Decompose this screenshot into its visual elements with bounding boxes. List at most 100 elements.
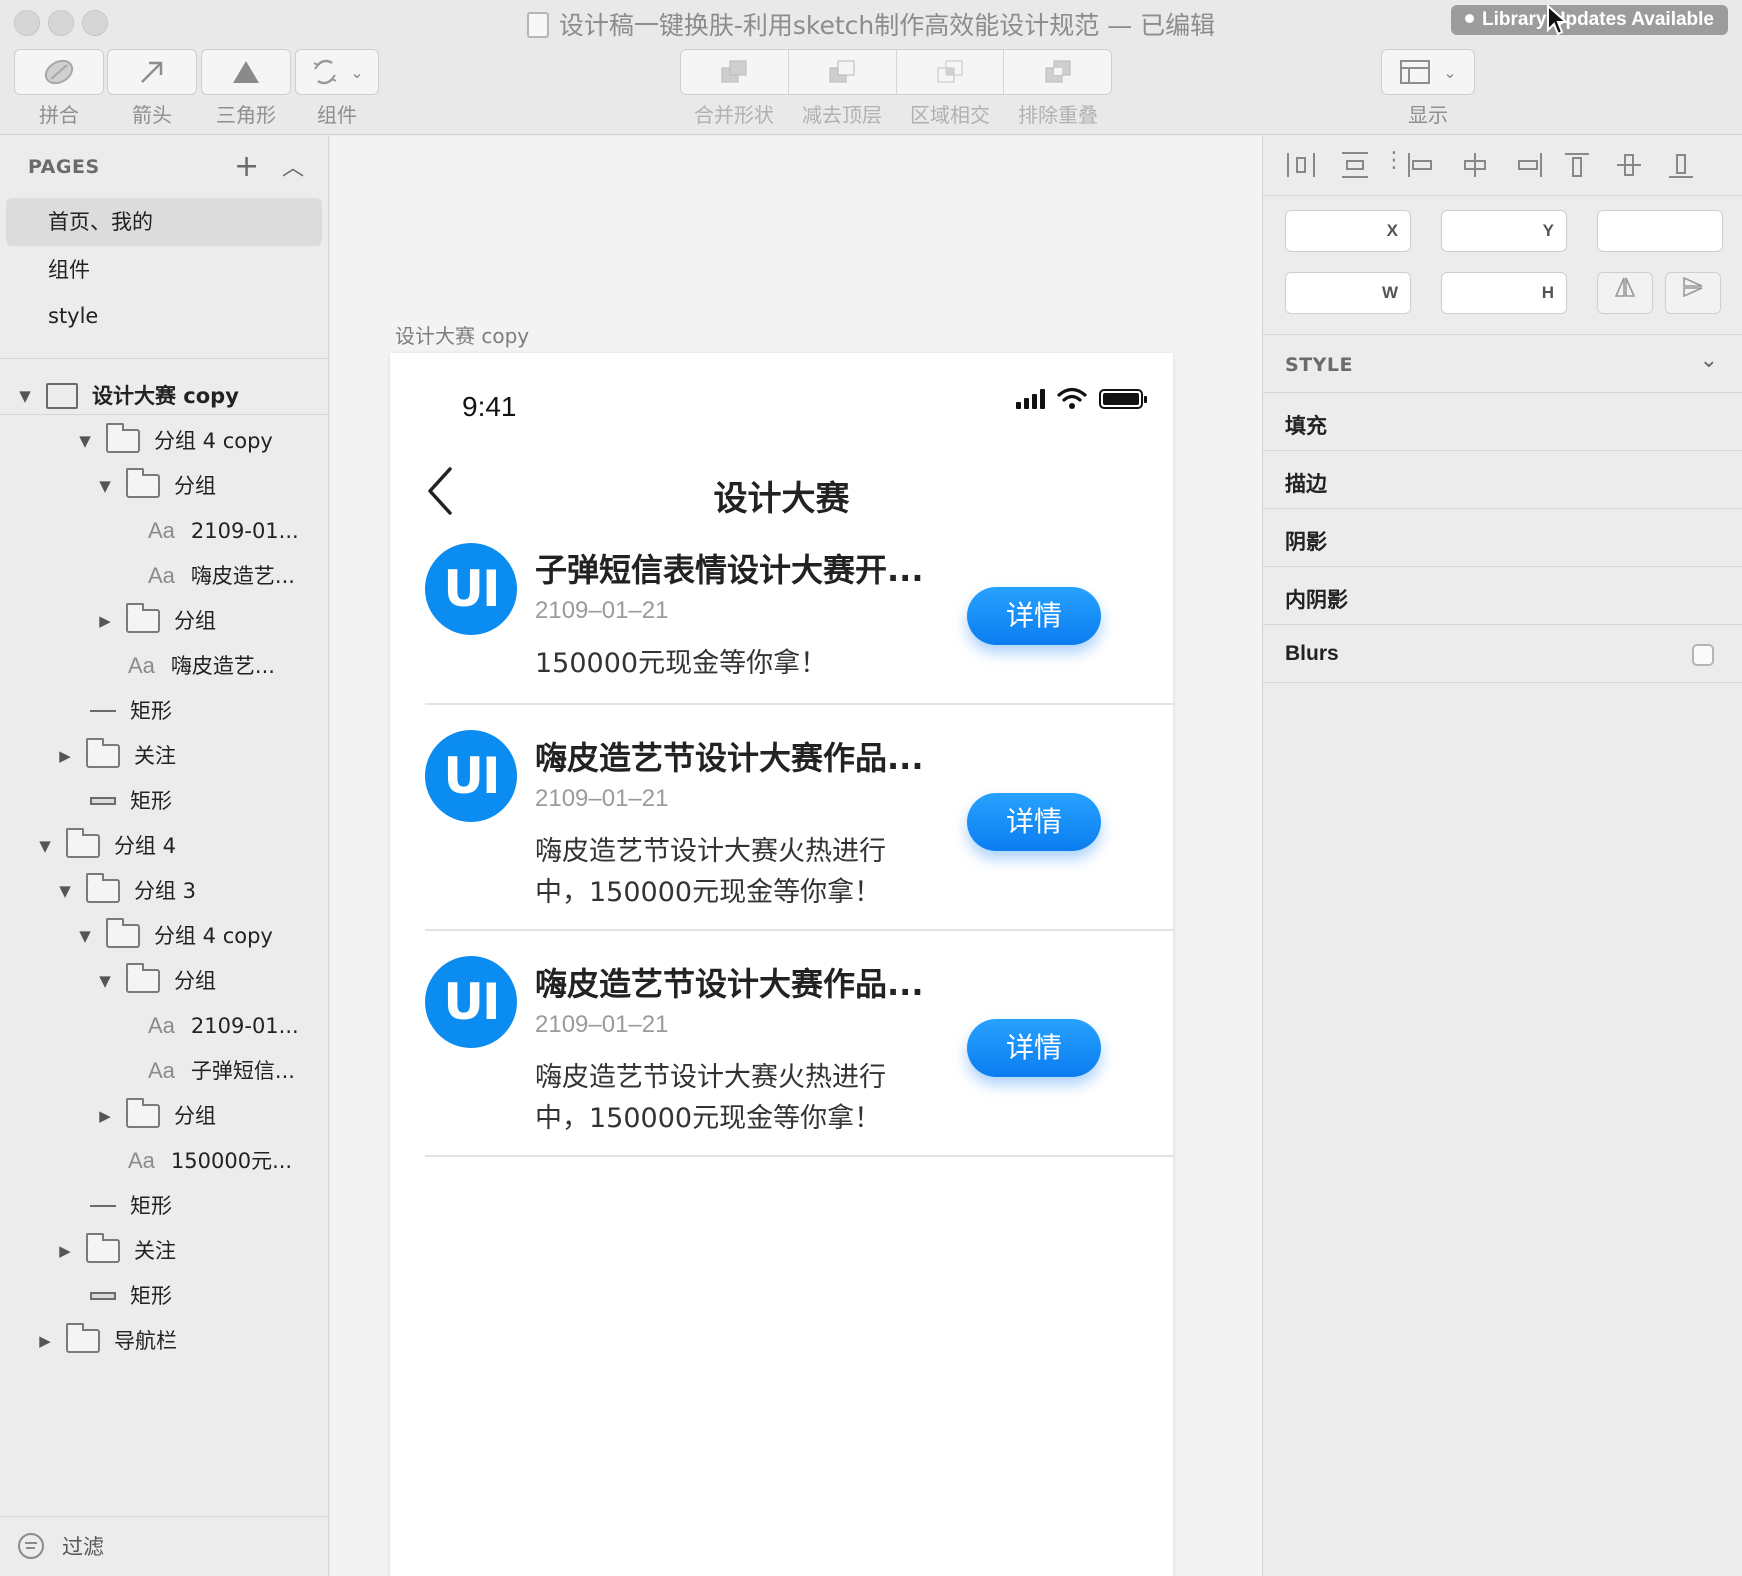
layer-row[interactable]: Aa 2109-01... [148,511,299,551]
layer-row[interactable]: ▼ 分组 4 [36,826,176,866]
disclosure-triangle-icon[interactable]: ▶ [96,1096,114,1136]
layer-row[interactable]: ▼ 分组 4 copy [76,421,273,461]
layer-row[interactable]: ▼ 分组 3 [56,871,196,911]
wifi-icon [1057,387,1087,409]
artboard-title[interactable]: 设计大赛 copy [395,320,529,349]
disclosure-triangle-icon[interactable]: ▶ [36,1321,54,1361]
symbol-tool[interactable]: ⌄ 组件 [295,49,379,128]
symbol-button[interactable]: ⌄ [295,49,379,95]
align-top-icon[interactable] [1561,150,1593,180]
layer-row[interactable]: ▶ 关注 [56,1231,176,1271]
align-left-icon[interactable] [1405,150,1437,180]
inner-shadow-section[interactable]: 内阴影 [1285,584,1348,614]
page-item-components[interactable]: 组件 [6,246,322,294]
card-description: 嗨皮造艺节设计大赛火热进行中，150000元现金等你拿！ [535,836,886,908]
add-page-icon[interactable]: + [234,149,259,184]
folder-icon [86,1233,120,1263]
union-shape-button[interactable] [681,50,789,94]
rotation-field[interactable] [1597,210,1723,252]
disclosure-triangle-icon[interactable]: ▼ [56,871,74,911]
layer-row[interactable]: Aa 2109-01... [148,1006,299,1046]
blurs-checkbox[interactable] [1692,644,1714,666]
layer-row[interactable]: ▶ 分组 [96,601,216,641]
layer-filter[interactable]: 过滤 [0,1516,329,1576]
details-button[interactable]: 详情 [967,793,1101,851]
contest-card[interactable]: UI 嗨皮造艺节设计大赛作品... 2109–01–21 嗨皮造艺节设计大赛火热… [425,705,1173,931]
details-button[interactable]: 详情 [967,1019,1101,1077]
layer-row[interactable]: ▼ 分组 4 copy [76,916,273,956]
layer-row[interactable]: 矩形 [90,1186,172,1226]
page-item-home[interactable]: 首页、我的 [6,198,322,246]
disclosure-triangle-icon[interactable]: ▼ [76,421,94,461]
divider [1263,392,1742,393]
layer-row[interactable]: ▼ 分组 [96,961,216,1001]
triangle-icon [233,61,259,83]
disclosure-triangle-icon[interactable]: ▶ [96,601,114,641]
canvas[interactable]: 设计大赛 copy 9:41 设计大赛 UI 子弹短信表情设计大赛开... 21… [330,136,1262,1576]
height-field[interactable]: H [1441,272,1567,314]
border-section[interactable]: 描边 [1285,468,1327,498]
details-button[interactable]: 详情 [967,587,1101,645]
triangle-button[interactable] [201,49,291,95]
arrow-button[interactable] [107,49,197,95]
y-position-field[interactable]: Y [1441,210,1567,252]
arrow-tool[interactable]: 箭头 [107,49,197,128]
align-center-horizontal-icon[interactable] [1459,150,1491,180]
layer-label: 分组 4 copy [154,924,273,948]
layer-row[interactable]: Aa 子弹短信... [148,1051,295,1091]
collapse-pages-icon[interactable]: ︿ [282,150,304,182]
subtract-button[interactable] [789,50,897,94]
disclosure-triangle-icon[interactable]: ▶ [56,1231,74,1271]
disclosure-triangle-icon[interactable]: ▼ [16,376,34,416]
layer-row[interactable]: Aa 嗨皮造艺... [148,556,295,596]
disclosure-triangle-icon[interactable]: ▼ [76,916,94,956]
disclosure-triangle-icon[interactable]: ▼ [96,466,114,506]
layer-row[interactable]: 矩形 [90,781,172,821]
more-icon[interactable]: ⋮ [1383,148,1405,173]
view-tool[interactable]: ⌄ 显示 [1381,49,1475,128]
disclosure-triangle-icon[interactable]: ▼ [36,826,54,866]
blurs-section[interactable]: Blurs [1285,642,1339,666]
status-time: 9:41 [462,391,517,422]
shadow-section[interactable]: 阴影 [1285,526,1327,556]
layer-artboard[interactable]: ▼ 设计大赛 copy [16,368,239,424]
layer-row[interactable]: 矩形 [90,691,172,731]
disclosure-triangle-icon[interactable]: ▶ [56,736,74,776]
align-bottom-icon[interactable] [1665,150,1697,180]
distribute-horizontal-icon[interactable] [1285,150,1317,180]
union-button[interactable] [14,49,104,95]
distribute-vertical-icon[interactable] [1339,150,1371,180]
layer-row[interactable]: Aa 嗨皮造艺... [128,646,275,686]
view-button[interactable]: ⌄ [1381,49,1475,95]
layer-row[interactable]: ▼ 分组 [96,466,216,506]
view-label: 显示 [1408,103,1448,127]
disclosure-triangle-icon[interactable]: ▼ [96,961,114,1001]
fill-section[interactable]: 填充 [1285,410,1327,440]
rectangle-icon [90,797,116,805]
layer-row[interactable]: Aa 150000元... [128,1141,292,1181]
triangle-tool[interactable]: 三角形 [201,49,291,128]
contest-card[interactable]: UI 子弹短信表情设计大赛开... 2109–01–21 150000元现金等你… [425,533,1173,705]
rectangle-icon [90,1292,116,1300]
x-position-field[interactable]: X [1285,210,1411,252]
page-item-style[interactable]: style [6,292,322,340]
line-icon [90,1205,116,1207]
layer-row[interactable]: 矩形 [90,1276,172,1316]
layer-row[interactable]: ▶ 关注 [56,736,176,776]
difference-button[interactable] [1004,50,1111,94]
intersect-button[interactable] [897,50,1005,94]
library-updates-badge[interactable]: Library Updates Available [1451,5,1728,35]
contest-card[interactable]: UI 嗨皮造艺节设计大赛作品... 2109–01–21 嗨皮造艺节设计大赛火热… [425,931,1173,1157]
align-right-icon[interactable] [1513,150,1545,180]
chevron-down-icon[interactable]: ⌄ [1700,348,1718,373]
flip-horizontal-button[interactable] [1597,272,1653,314]
align-middle-vertical-icon[interactable] [1613,150,1645,180]
layer-row[interactable]: ▶ 导航栏 [36,1321,177,1361]
artboard-phone[interactable]: 9:41 设计大赛 UI 子弹短信表情设计大赛开... 2109–01–21 1… [390,353,1173,1576]
union-tool[interactable]: 拼合 [14,49,104,128]
text-layer-icon: Aa [148,1058,175,1083]
layer-row[interactable]: ▶ 分组 [96,1096,216,1136]
width-field[interactable]: W [1285,272,1411,314]
flip-vertical-button[interactable] [1665,272,1721,314]
library-updates-text: Library Updates Available [1482,9,1714,30]
